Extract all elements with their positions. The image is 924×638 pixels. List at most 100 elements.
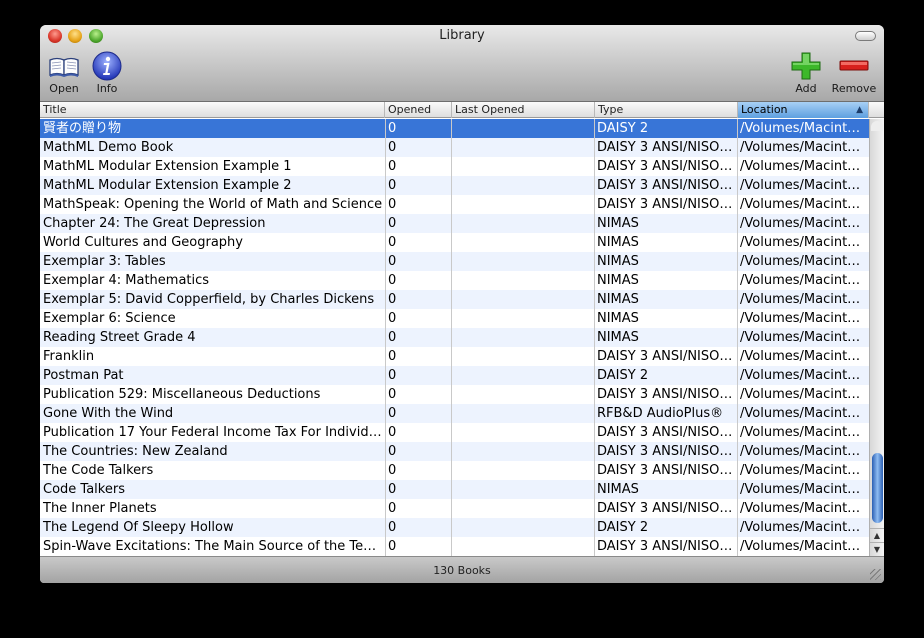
table-row[interactable]: Spin-Wave Excitations: The Main Source o… [40,537,869,556]
table-row[interactable]: Gone With the Wind 0 RFB&D AudioPlus® /Volu… [40,404,869,423]
cell-last-opened [451,328,594,347]
column-header-type[interactable]: Type [595,102,738,118]
column-header-title[interactable]: Title [40,102,385,118]
table-row[interactable]: MathML Modular Extension Example 1 0 DAISY… [40,157,869,176]
column-header-opened[interactable]: Opened [385,102,452,118]
cell-location: /Volumes/Macint… [740,235,861,250]
cell-title: Postman Pat [43,368,124,383]
cell-type: NIMAS [597,330,639,345]
cell-opened: 0 [388,254,397,269]
cell-last-opened [451,176,594,195]
cell-title: Publication 529: Miscellaneous Deduction… [43,387,321,402]
toolbar-toggle-button[interactable] [855,31,876,41]
table-row[interactable]: The Countries: New Zealand 0 DAISY 3 ANSI/… [40,442,869,461]
cell-type: NIMAS [597,273,639,288]
table-row[interactable]: 賢者の贈り物 0 DAISY 2/Volumes/Macint… [40,119,869,138]
table-row[interactable]: MathSpeak: Opening the World of Math and… [40,195,869,214]
cell-last-opened [451,214,594,233]
column-header-location[interactable]: Location ▲ [738,102,869,118]
cell-location: /Volumes/Macint… [740,387,861,402]
cell-type: RFB&D AudioPlus® [597,406,724,421]
table-row[interactable]: The Inner Planets 0 DAISY 3 ANSI/NISO… /Vol… [40,499,869,518]
cell-last-opened [451,499,594,518]
scroll-up-arrow-icon[interactable]: ▲ [870,528,884,542]
cell-opened: 0 [388,159,397,174]
table-row[interactable]: Franklin 0 DAISY 3 ANSI/NISO… /Volumes/Maci… [40,347,869,366]
cell-opened: 0 [388,425,397,440]
table-row[interactable]: MathML Modular Extension Example 2 0 DAISY… [40,176,869,195]
cell-type: DAISY 2 [597,121,649,136]
cell-opened: 0 [388,387,397,402]
cell-title: Reading Street Grade 4 [43,330,196,345]
cell-location: /Volumes/Macint… [740,425,861,440]
column-divider [385,119,386,556]
table-row[interactable]: Postman Pat 0 DAISY 2/Volumes/Macint… [40,366,869,385]
info-button[interactable]: Info [81,51,133,97]
add-button[interactable]: Add [780,51,832,97]
cell-title: MathML Modular Extension Example 1 [43,159,292,174]
cell-type: NIMAS [597,311,639,326]
plus-icon [791,52,821,80]
cell-location: /Volumes/Macint… [740,197,861,212]
cell-location: /Volumes/Macint… [740,121,861,136]
vertical-scrollbar[interactable]: ▲ ▼ [869,119,884,556]
cell-location: /Volumes/Macint… [740,216,861,231]
table-row[interactable]: Exemplar 4: Mathematics 0 NIMAS/Volumes/Ma… [40,271,869,290]
table-row[interactable]: Publication 17 Your Federal Income Tax F… [40,423,869,442]
table-row[interactable]: Code Talkers 0 NIMAS/Volumes/Macint… [40,480,869,499]
cell-last-opened [451,537,594,556]
cell-last-opened [451,233,594,252]
table-row[interactable]: Chapter 24: The Great Depression 0 NIMAS/V… [40,214,869,233]
table-row[interactable]: Exemplar 6: Science 0 NIMAS/Volumes/Macint… [40,309,869,328]
cell-opened: 0 [388,121,397,136]
cell-title: The Legend Of Sleepy Hollow [43,520,234,535]
cell-last-opened [451,366,594,385]
cell-last-opened [451,138,594,157]
cell-type: DAISY 3 ANSI/NISO… [597,539,733,554]
table-row[interactable]: Publication 529: Miscellaneous Deduction… [40,385,869,404]
table-row[interactable]: MathML Demo Book 0 DAISY 3 ANSI/NISO… /Volu… [40,138,869,157]
cell-location: /Volumes/Macint… [740,178,861,193]
table-row[interactable]: Reading Street Grade 4 0 NIMAS/Volumes/Mac… [40,328,869,347]
window-title: Library [439,28,485,43]
cell-title: Chapter 24: The Great Depression [43,216,266,231]
info-label: Info [96,82,118,95]
cell-type: DAISY 3 ANSI/NISO… [597,159,733,174]
table-row[interactable]: The Legend Of Sleepy Hollow 0 DAISY 2/Volu… [40,518,869,537]
scroll-down-arrow-icon[interactable]: ▼ [870,542,884,556]
cell-opened: 0 [388,216,397,231]
cell-opened: 0 [388,368,397,383]
cell-location: /Volumes/Macint… [740,254,861,269]
remove-button[interactable]: Remove [828,51,880,97]
column-divider [594,119,595,556]
table-row[interactable]: Exemplar 3: Tables 0 NIMAS/Volumes/Macint… [40,252,869,271]
minus-icon [839,60,869,71]
scroll-thumb[interactable] [872,453,883,523]
table-row[interactable]: Exemplar 5: David Copperfield, by Charle… [40,290,869,309]
cell-location: /Volumes/Macint… [740,406,861,421]
cell-location: /Volumes/Macint… [740,482,861,497]
cell-title: Publication 17 Your Federal Income Tax F… [43,425,382,440]
titlebar: Library Open Info Add Remove [40,25,884,102]
column-header-location-label: Location [741,103,788,116]
cell-last-opened [451,518,594,537]
table-row[interactable]: The Code Talkers 0 DAISY 3 ANSI/NISO… /Volu… [40,461,869,480]
cell-last-opened [451,271,594,290]
cell-last-opened [451,442,594,461]
column-header-last-opened[interactable]: Last Opened [452,102,595,118]
open-book-icon [49,57,79,77]
cell-location: /Volumes/Macint… [740,159,861,174]
cell-title: The Inner Planets [43,501,157,516]
cell-type: DAISY 2 [597,520,649,535]
resize-grip-icon[interactable] [870,569,881,580]
cell-last-opened [451,347,594,366]
column-divider [737,119,738,556]
cell-opened: 0 [388,235,397,250]
table-row[interactable]: World Cultures and Geography 0 NIMAS/Volum… [40,233,869,252]
cell-type: NIMAS [597,482,639,497]
cell-last-opened [451,252,594,271]
cell-type: DAISY 2 [597,368,649,383]
cell-type: DAISY 3 ANSI/NISO… [597,463,733,478]
column-divider [451,119,452,556]
cell-opened: 0 [388,406,397,421]
